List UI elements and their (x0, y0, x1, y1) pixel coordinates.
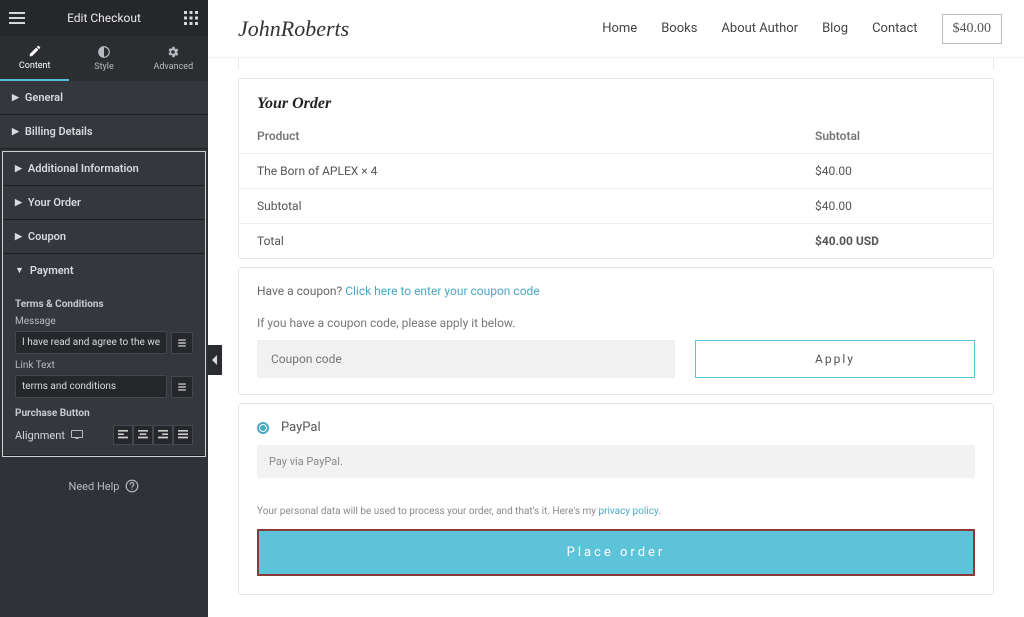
paypal-label: PayPal (281, 420, 321, 435)
your-order-title: Your Order (239, 79, 993, 119)
collapse-sidebar-button[interactable] (208, 345, 222, 375)
order-item-name: The Born of APLEX × 4 (257, 164, 377, 178)
tab-content[interactable]: Content (0, 36, 69, 81)
nav-blog[interactable]: Blog (822, 21, 848, 36)
linktext-label: Link Text (15, 360, 193, 371)
site-logo[interactable]: JohnRoberts (238, 16, 349, 42)
col-subtotal: Subtotal (815, 129, 975, 143)
site-nav: Home Books About Author Blog Contact $40… (602, 14, 1002, 44)
align-justify-button[interactable] (173, 425, 193, 445)
payment-card: PayPal Pay via PayPal. Your personal dat… (238, 403, 994, 595)
coupon-hint: If you have a coupon code, please apply … (257, 316, 975, 330)
sidebar-sections: ▶General ▶Billing Details ▶Additional In… (0, 81, 208, 617)
section-payment[interactable]: ▼Payment (3, 254, 205, 287)
sidebar-header: Edit Checkout (0, 0, 208, 36)
menu-icon[interactable] (8, 9, 26, 27)
preview-canvas: JohnRoberts Home Books About Author Blog… (208, 0, 1024, 617)
dynamic-tag-icon[interactable] (171, 376, 193, 398)
align-center-button[interactable] (133, 425, 153, 445)
section-your-order[interactable]: ▶Your Order (3, 186, 205, 219)
coupon-toggle-link[interactable]: Click here to enter your coupon code (345, 284, 539, 298)
subtotal-value: $40.00 (815, 199, 975, 213)
coupon-card: Have a coupon? Click here to enter your … (238, 267, 994, 395)
place-order-button[interactable]: Place order (257, 529, 975, 576)
order-item-total: $40.00 (815, 164, 975, 178)
table-row: The Born of APLEX × 4 $40.00 (239, 153, 993, 188)
editor-sidebar: Edit Checkout Content Style Advanced ▶Ge… (0, 0, 208, 617)
top-card-edge (238, 58, 994, 70)
dynamic-tag-icon[interactable] (171, 332, 193, 354)
privacy-notice: Your personal data will be used to proce… (257, 506, 975, 517)
section-coupon[interactable]: ▶Coupon (3, 220, 205, 253)
apps-icon[interactable] (182, 9, 200, 27)
message-input[interactable] (15, 331, 167, 354)
sidebar-tabs: Content Style Advanced (0, 36, 208, 81)
align-right-button[interactable] (153, 425, 173, 445)
section-billing[interactable]: ▶Billing Details (0, 115, 208, 148)
section-additional-info[interactable]: ▶Additional Information (3, 152, 205, 185)
site-header: JohnRoberts Home Books About Author Blog… (208, 0, 1024, 58)
sidebar-title: Edit Checkout (67, 11, 141, 25)
subtotal-label: Subtotal (257, 199, 302, 213)
nav-about[interactable]: About Author (721, 21, 798, 36)
total-value: $40.00 USD (815, 234, 975, 248)
radio-checked-icon (257, 422, 269, 434)
coupon-question: Have a coupon? Click here to enter your … (257, 284, 975, 298)
responsive-icon[interactable] (71, 430, 83, 440)
nav-contact[interactable]: Contact (872, 21, 917, 36)
paypal-description: Pay via PayPal. (257, 445, 975, 478)
total-label: Total (257, 234, 284, 248)
need-help[interactable]: Need Help (0, 459, 208, 513)
your-order-card: Your Order Product Subtotal The Born of … (238, 78, 994, 259)
order-table-header: Product Subtotal (239, 119, 993, 153)
nav-books[interactable]: Books (661, 21, 697, 36)
nav-home[interactable]: Home (602, 21, 637, 36)
cart-total[interactable]: $40.00 (942, 14, 1003, 44)
tab-advanced[interactable]: Advanced (139, 36, 208, 81)
section-general[interactable]: ▶General (0, 81, 208, 114)
col-product: Product (257, 129, 299, 143)
purchase-heading: Purchase Button (15, 408, 193, 419)
table-row: Total $40.00 USD (239, 223, 993, 258)
payment-panel: Terms & Conditions Message Link Text Pur… (3, 287, 205, 455)
paypal-option[interactable]: PayPal (257, 420, 975, 435)
privacy-policy-link[interactable]: privacy policy (598, 506, 658, 517)
alignment-label: Alignment (15, 429, 65, 442)
coupon-input[interactable] (257, 340, 675, 378)
terms-heading: Terms & Conditions (15, 299, 193, 310)
align-left-button[interactable] (113, 425, 133, 445)
message-label: Message (15, 316, 193, 327)
table-row: Subtotal $40.00 (239, 188, 993, 223)
linktext-input[interactable] (15, 375, 167, 398)
apply-coupon-button[interactable]: Apply (695, 340, 975, 378)
tab-style[interactable]: Style (69, 36, 138, 81)
